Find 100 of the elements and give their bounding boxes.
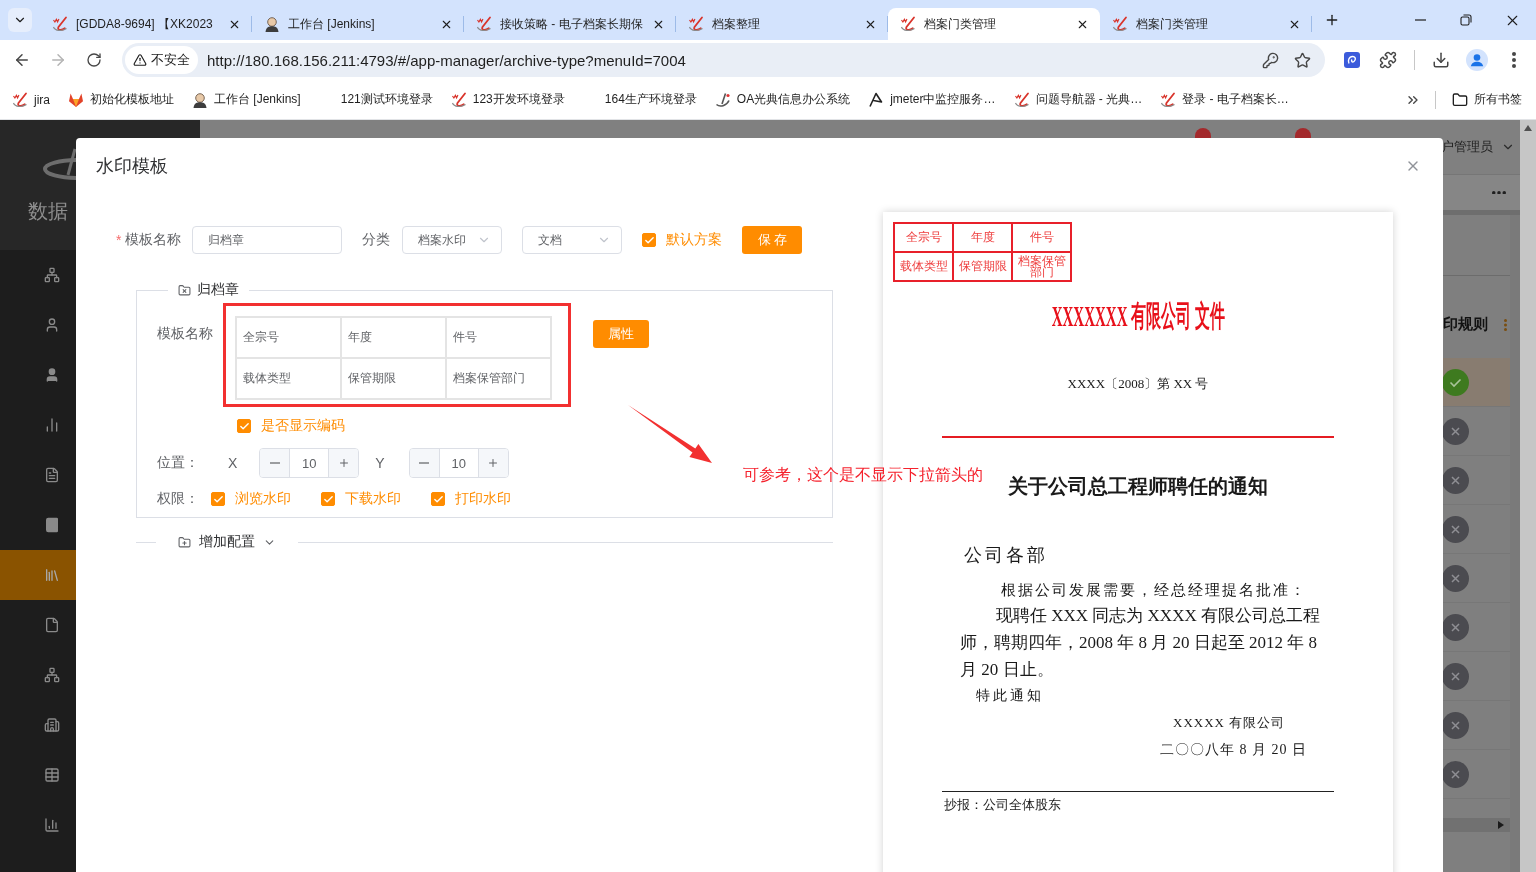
bookmark-link[interactable]: 164生产环境登录: [574, 85, 705, 114]
reload-icon: [86, 52, 102, 68]
browser-tab[interactable]: [GDDA8-9694] 【XK2023: [40, 8, 252, 40]
tab-search-button[interactable]: [8, 8, 32, 32]
field-label: 模板名称: [125, 231, 182, 249]
swirl-logo-icon: [688, 16, 704, 32]
number-input[interactable]: 10: [259, 448, 360, 478]
check-icon: [322, 493, 334, 505]
ladle-logo-icon: [714, 91, 731, 108]
plus-icon: [1324, 12, 1340, 28]
swirl-logo-icon: [52, 16, 68, 32]
axis-label: Y: [375, 455, 385, 471]
org-chart-icon: [44, 667, 60, 683]
annotation-text: 可参考，这个是不显示下拉箭头的: [743, 465, 983, 485]
grid-cell: 年度: [342, 318, 445, 357]
fox-logo-icon: [68, 91, 84, 108]
folder-icon: [1452, 91, 1468, 108]
stamp-cell: 档案保管部门: [1013, 253, 1070, 280]
decrease-button[interactable]: [260, 449, 291, 477]
field-label: 分类: [362, 231, 391, 249]
stamp-cell: 件号: [1013, 224, 1070, 251]
extension-logo-icon: [1344, 52, 1360, 68]
bookmark-link[interactable]: jira: [4, 85, 58, 114]
type-select[interactable]: 文档: [522, 226, 623, 254]
checkbox[interactable]: [642, 233, 657, 247]
rule-row[interactable]: [1443, 358, 1510, 407]
restore-icon: [1460, 14, 1472, 26]
bookmark-link[interactable]: 121测试环境登录: [310, 85, 441, 114]
browser-tab[interactable]: 档案门类管理: [1100, 8, 1312, 40]
bookmark-link[interactable]: 问题导航器 - 光典…: [1005, 85, 1151, 114]
file-icon: [44, 617, 60, 633]
required-mark: *: [116, 232, 122, 248]
swirl-logo-icon: [450, 91, 467, 108]
org-chart-icon: [44, 267, 60, 283]
minus-icon: [419, 462, 430, 464]
increase-button[interactable]: [328, 449, 359, 477]
notification-badge-icon: [1295, 128, 1311, 138]
folder-icon: [178, 283, 191, 297]
checkbox[interactable]: [211, 492, 225, 506]
panel-title: 印规则: [1443, 315, 1488, 334]
checkbox[interactable]: [321, 492, 335, 506]
swirl-logo-icon: [900, 16, 916, 32]
minimize-icon: [1414, 19, 1426, 21]
user-name[interactable]: 户管理员: [1441, 138, 1493, 156]
signature-text: XXXXX 有限公司: [1173, 714, 1286, 732]
avatar-icon: [264, 16, 280, 32]
feather-logo-icon: [868, 91, 885, 108]
notification-badge-icon: [1195, 128, 1211, 138]
url-text[interactable]: http://180.168.156.211:4793/#/app-manager/archive-type?menuId=7004: [207, 51, 686, 69]
download-icon: [1432, 51, 1450, 69]
horizontal-scrollbar[interactable]: [1443, 818, 1510, 832]
all-bookmarks-link[interactable]: 所有书签: [1444, 85, 1530, 114]
swirl-logo-icon: [1112, 16, 1128, 32]
date-text: 二〇〇八年 8 月 20 日: [1160, 741, 1307, 759]
bookmark-link[interactable]: jmeter中监控服务…: [860, 85, 1004, 114]
folder-plus-icon: [178, 535, 191, 549]
stamp-cell: 全宗号: [895, 224, 952, 251]
document-number: XXXX〔2008〕第 XX 号: [1067, 376, 1209, 392]
browser-tab[interactable]: 工作台 [Jenkins]: [252, 8, 464, 40]
grid-cell: 保管期限: [342, 359, 445, 398]
bar-chart-icon: [44, 417, 60, 433]
bookmark-link[interactable]: 登录 - 电子档案长…: [1152, 85, 1297, 114]
star-icon: [1293, 51, 1311, 69]
page-scrollbar[interactable]: [1520, 120, 1536, 872]
grid-cell: 载体类型: [237, 359, 340, 398]
bookmark-link[interactable]: 初始化模板地址: [60, 85, 182, 114]
bookmark-link[interactable]: 123开发环境登录: [442, 85, 573, 114]
number-input[interactable]: 10: [408, 448, 509, 478]
increase-button[interactable]: [477, 449, 508, 477]
document-header: XXXXXXX 有限公司 文件: [1051, 298, 1225, 334]
decrease-button[interactable]: [409, 449, 440, 477]
category-select[interactable]: 档案水印: [402, 226, 503, 254]
stamp-cell: 载体类型: [895, 253, 952, 280]
swirl-logo-icon: [476, 16, 492, 32]
swirl-logo-icon: [1160, 91, 1177, 108]
stamp-cell: 保管期限: [954, 253, 1011, 280]
closing-text: 特此通知: [976, 687, 1044, 705]
check-icon: [643, 234, 655, 246]
bookmark-link[interactable]: 工作台 [Jenkins]: [184, 85, 309, 114]
checkbox[interactable]: [237, 419, 251, 433]
triangle-up-icon: [1524, 125, 1532, 131]
swirl-logo-icon: [12, 91, 28, 108]
browser-tab[interactable]: 接收策略 - 电子档案长期保: [464, 8, 676, 40]
security-chip[interactable]: 不安全: [125, 46, 198, 74]
checkbox[interactable]: [431, 492, 445, 506]
user-icon: [44, 317, 60, 333]
bookmark-link[interactable]: OA光典信息办公系统: [706, 85, 859, 114]
avatar-icon: [192, 91, 208, 108]
browser-tab[interactable]: 档案门类管理: [888, 8, 1100, 40]
table-icon: [44, 767, 60, 783]
address-bar[interactable]: 不安全 http://180.168.156.211:4793/#/app-manager/archive-type?menuId=7004: [122, 43, 1325, 77]
browser-tab[interactable]: 档案整理: [676, 8, 888, 40]
dialog-title: 水印模板: [96, 155, 168, 178]
add-config-toggle[interactable]: 增加配置: [178, 530, 276, 554]
document-title: 关于公司总工程师聘任的通知: [1008, 474, 1268, 498]
name-input[interactable]: 归档章: [192, 226, 343, 254]
more-icon[interactable]: [1492, 190, 1506, 195]
menu-icon: [1512, 52, 1516, 68]
body-text: 现聘任 XXX 同志为 XXXX 有限公司总工程师，聘期四年，2008 年 8 月 20 日起至 2012 年 8 月 20 日止。: [960, 605, 1321, 681]
books-icon: [44, 567, 60, 583]
